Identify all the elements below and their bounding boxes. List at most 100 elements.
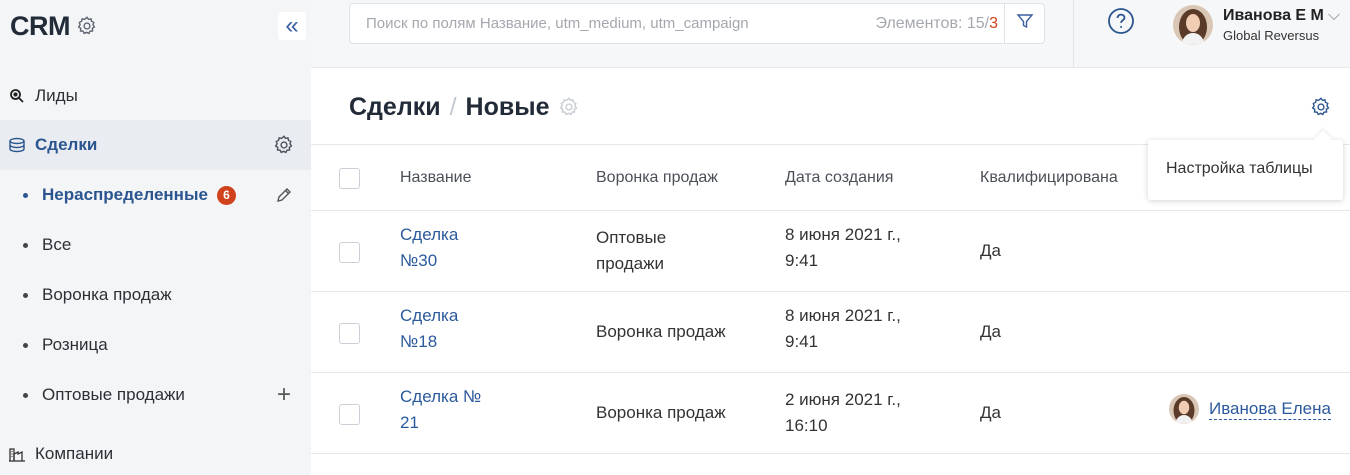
sidebar-subitem-retail[interactable]: Розница	[0, 320, 311, 370]
funnel-line: Оптовые	[596, 228, 667, 247]
add-plus-icon[interactable]: +	[273, 381, 295, 408]
page-title-main: Сделки	[349, 92, 441, 121]
table-row[interactable]: Сделка № 21 Воронка продаж 2 июня 2021 г…	[311, 373, 1350, 454]
row-checkbox[interactable]	[339, 323, 360, 344]
filter-button[interactable]	[1004, 4, 1044, 43]
view-settings-gear-icon[interactable]	[558, 96, 580, 118]
deal-name-line: №30	[400, 251, 438, 270]
row-checkbox[interactable]	[339, 404, 360, 425]
funnel-cell: Воронка продаж	[596, 319, 726, 345]
qualified-cell: Да	[980, 403, 1001, 422]
avatar	[1173, 5, 1213, 45]
page-title-sub: Новые	[465, 92, 550, 121]
deal-name-line: Сделка	[400, 225, 459, 244]
created-date-cell: 8 июня 2021 г., 9:41	[785, 222, 901, 274]
user-name-text: Иванова Е М	[1223, 7, 1324, 24]
chevron-down-icon: ⌵	[1327, 7, 1341, 24]
deal-name-link[interactable]: Сделка №18	[400, 303, 458, 355]
table-row[interactable]: Сделка №18 Воронка продаж 8 июня 2021 г.…	[311, 292, 1350, 373]
time-line: 9:41	[785, 332, 819, 351]
date-line: 8 июня 2021 г.,	[785, 306, 901, 325]
search-leads-icon	[6, 85, 28, 107]
help-button[interactable]	[1106, 7, 1136, 40]
bullet	[23, 292, 28, 298]
column-header-name[interactable]: Название	[400, 169, 472, 187]
created-date-cell: 2 июня 2021 г., 16:10	[785, 387, 901, 439]
elements-count-extra: 3	[989, 15, 998, 32]
sidebar-item-leads[interactable]: Лиды	[0, 71, 311, 121]
tooltip-text: Настройка таблицы	[1166, 160, 1313, 177]
sidebar-item-companies[interactable]: Компании	[0, 429, 311, 475]
bullet	[23, 342, 28, 348]
deal-name-line: 21	[400, 413, 419, 432]
bullet	[23, 242, 28, 248]
funnel-line: Воронка продаж	[596, 322, 726, 341]
column-header-qualified[interactable]: Квалифицирована	[980, 169, 1118, 187]
help-question-icon	[1107, 7, 1135, 40]
sidebar-item-deals[interactable]: Сделки	[0, 120, 311, 170]
app-settings-gear-icon[interactable]	[76, 15, 98, 37]
top-bar: Элементов: 15/3 Иванова Е М⌵ Global Reve…	[311, 0, 1350, 68]
bullet	[23, 192, 28, 198]
funnel-cell: Воронка продаж	[596, 400, 726, 426]
deal-name-link[interactable]: Сделка №30	[400, 222, 458, 274]
search-input[interactable]	[350, 4, 830, 43]
count-badge: 6	[216, 185, 236, 205]
row-checkbox[interactable]	[339, 242, 360, 263]
owner-name-link[interactable]: Иванова Елена	[1209, 399, 1331, 420]
time-line: 16:10	[785, 416, 828, 435]
user-menu[interactable]: Иванова Е М ⌵ Global Reversus	[1173, 4, 1340, 46]
column-header-created[interactable]: Дата создания	[785, 169, 893, 187]
owner-cell[interactable]: Иванова Елена	[1169, 394, 1331, 424]
time-line: 9:41	[785, 251, 819, 270]
table-row[interactable]: Сделка №30 Оптовые продажи 8 июня 2021 г…	[311, 211, 1350, 292]
page-title: Сделки / Новые	[349, 90, 580, 124]
created-date-cell: 8 июня 2021 г., 9:41	[785, 303, 901, 355]
deals-settings-gear-icon[interactable]	[273, 134, 295, 156]
user-company: Global Reversus	[1223, 28, 1320, 43]
table-settings-gear-icon[interactable]	[1309, 95, 1333, 119]
sidebar-subitem-wholesale[interactable]: Оптовые продажи +	[0, 370, 311, 420]
header-divider	[1073, 0, 1074, 68]
sidebar-subitem-sales-funnel[interactable]: Воронка продаж	[0, 270, 311, 320]
deal-name-line: №18	[400, 332, 438, 351]
funnel-cell: Оптовые продажи	[596, 225, 666, 277]
deal-name-line: Сделка	[400, 306, 459, 325]
filter-funnel-icon	[1015, 12, 1034, 35]
user-name: Иванова Е М ⌵	[1223, 7, 1340, 25]
avatar	[1169, 394, 1199, 424]
date-line: 8 июня 2021 г.,	[785, 225, 901, 244]
sidebar-item-label: Компании	[35, 444, 114, 463]
deal-name-line: Сделка №	[400, 387, 482, 406]
sidebar-subitem-label: Все	[42, 235, 72, 254]
select-all-checkbox[interactable]	[339, 168, 360, 189]
app-logo: CRM	[10, 10, 71, 41]
bullet	[23, 392, 28, 398]
sidebar-subitem-label: Оптовые продажи	[42, 385, 185, 404]
column-header-funnel[interactable]: Воронка продаж	[596, 169, 718, 187]
sidebar-subitem-label: Нераспределенные	[42, 185, 208, 204]
sidebar-item-label: Сделки	[35, 135, 98, 154]
elements-count-label: Элементов: 15	[875, 15, 985, 32]
qualified-cell: Да	[980, 241, 1001, 260]
sidebar-subitem-all[interactable]: Все	[0, 220, 311, 270]
sidebar-subitem-label: Воронка продаж	[42, 285, 172, 304]
funnel-line: продажи	[596, 254, 664, 273]
date-line: 2 июня 2021 г.,	[785, 390, 901, 409]
sidebar: CRM « Лиды Сделки Нераспределенные 6 Все	[0, 0, 311, 475]
user-info: Иванова Е М ⌵ Global Reversus	[1223, 7, 1340, 43]
deals-icon	[6, 134, 28, 156]
collapse-sidebar-button[interactable]: «	[278, 12, 306, 40]
edit-pencil-icon[interactable]	[273, 184, 295, 206]
sidebar-subitem-label: Розница	[42, 335, 108, 354]
search-box: Элементов: 15/3	[349, 3, 1045, 44]
funnel-line: Воронка продаж	[596, 403, 726, 422]
table-settings-tooltip: Настройка таблицы	[1148, 140, 1343, 200]
sidebar-item-label: Лиды	[35, 86, 78, 105]
sidebar-subitem-unassigned[interactable]: Нераспределенные 6	[0, 170, 311, 220]
elements-count: Элементов: 15/3	[875, 15, 998, 33]
logo-row: CRM	[10, 8, 98, 44]
breadcrumb-separator: /	[449, 92, 457, 121]
companies-icon	[6, 443, 28, 465]
deal-name-link[interactable]: Сделка № 21	[400, 384, 481, 436]
